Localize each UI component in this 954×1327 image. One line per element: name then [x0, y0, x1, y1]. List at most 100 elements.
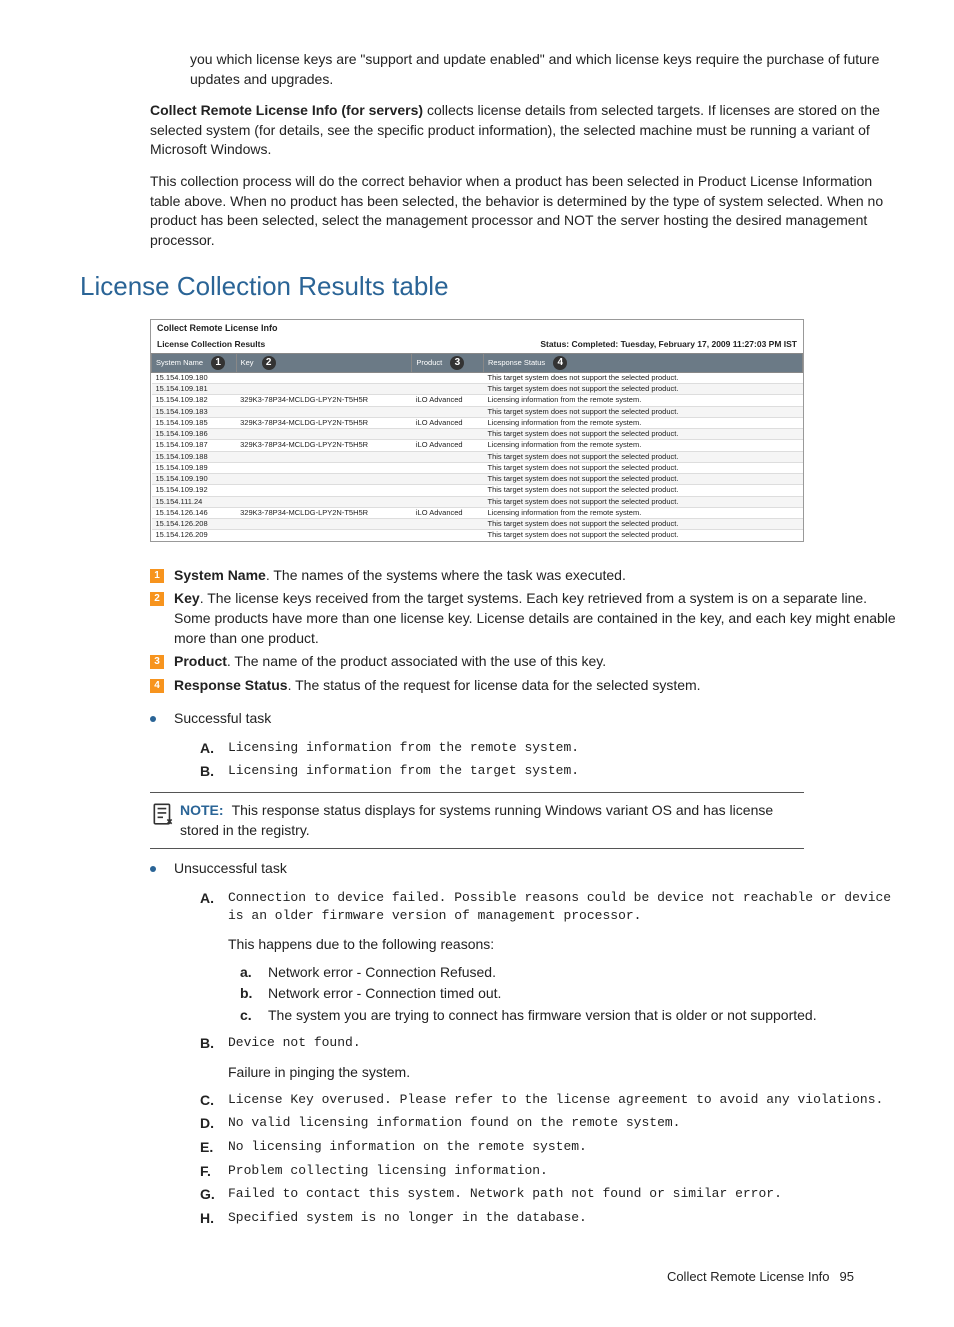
col-response-status[interactable]: Response Status 4: [484, 353, 803, 372]
table-cell: [236, 462, 412, 473]
legend-num-icon: 3: [150, 655, 164, 669]
table-cell: 15.154.109.188: [152, 451, 237, 462]
intro-p2-bold: Collect Remote License Info (for servers…: [150, 102, 423, 118]
bullet-icon: [150, 716, 156, 722]
note-box: NOTE:This response status displays for s…: [150, 792, 804, 849]
success-b: Licensing information from the target sy…: [228, 762, 579, 782]
table-cell: [412, 485, 484, 496]
success-label: Successful task: [174, 709, 271, 729]
table-cell: This target system does not support the …: [484, 462, 803, 473]
table-cell: [412, 406, 484, 417]
table-cell: [412, 429, 484, 440]
table-row: 15.154.109.192This target system does no…: [152, 485, 803, 496]
table-cell: 329K3-78P34-MCLDG-LPY2N-T5H5R: [236, 507, 412, 518]
fail-label: Unsuccessful task: [174, 859, 287, 879]
legend-text: Product. The name of the product associa…: [174, 652, 904, 672]
table-cell: 15.154.111.24: [152, 496, 237, 507]
table-cell: [236, 519, 412, 530]
legend-bold: Key: [174, 590, 200, 606]
table-row: 15.154.111.24 This target system does not…: [152, 496, 803, 507]
table-cell: 15.154.109.182: [152, 395, 237, 406]
fail-h: Specified system is no longer in the dat…: [228, 1209, 587, 1229]
legend-num-icon: 2: [150, 592, 164, 606]
table-cell: This target system does not support the …: [484, 372, 803, 383]
section-heading: License Collection Results table: [80, 268, 904, 304]
legend-item: 4 Response Status. The status of the req…: [150, 676, 904, 696]
table-row: 15.154.109.186This target system does no…: [152, 429, 803, 440]
table-cell: [236, 406, 412, 417]
table-cell: This target system does not support the …: [484, 429, 803, 440]
callout-4-icon: 4: [553, 356, 567, 370]
table-cell: 15.154.109.192: [152, 485, 237, 496]
table-cell: 329K3-78P34-MCLDG-LPY2N-T5H5R: [236, 417, 412, 428]
fail-sublist-cont: B.Device not found.: [200, 1034, 904, 1054]
table-row: 15.154.109.189This target system does no…: [152, 462, 803, 473]
table-row: 15.154.109.190This target system does no…: [152, 474, 803, 485]
table-cell: iLO Advanced: [412, 417, 484, 428]
table-cell: This target system does not support the …: [484, 406, 803, 417]
fail-ab: Network error - Connection timed out.: [268, 984, 501, 1004]
legend-desc: . The names of the systems where the tas…: [266, 567, 626, 583]
fail-f: Problem collecting licensing information…: [228, 1162, 548, 1182]
table-cell: 15.154.126.209: [152, 530, 237, 541]
note-label: NOTE:: [180, 802, 224, 818]
success-sublist: A.Licensing information from the remote …: [200, 739, 904, 782]
table-cell: This target system does not support the …: [484, 451, 803, 462]
table-cell: [236, 530, 412, 541]
fail-sublist-rest: C.License Key overused. Please refer to …: [200, 1091, 904, 1229]
table-row: 15.154.109.187329K3-78P34-MCLDG-LPY2N-T5…: [152, 440, 803, 451]
table-cell: 15.154.109.187: [152, 440, 237, 451]
table-cell: 329K3-78P34-MCLDG-LPY2N-T5H5R: [236, 440, 412, 451]
table-cell: Licensing information from the remote sy…: [484, 395, 803, 406]
table-cell: This target system does not support the …: [484, 384, 803, 395]
table-cell: iLO Advanced: [412, 507, 484, 518]
list-letter: H.: [200, 1209, 228, 1229]
legend-bold: Product: [174, 653, 227, 669]
fail-c: License Key overused. Please refer to th…: [228, 1091, 883, 1111]
table-cell: [236, 429, 412, 440]
list-letter: A.: [200, 889, 228, 925]
table-cell: 15.154.126.146: [152, 507, 237, 518]
legend-item: 1 System Name. The names of the systems …: [150, 566, 904, 586]
intro-p1: you which license keys are "support and …: [190, 50, 904, 89]
table-cell: This target system does not support the …: [484, 496, 803, 507]
fail-aa: Network error - Connection Refused.: [268, 963, 496, 983]
legend: 1 System Name. The names of the systems …: [150, 566, 904, 696]
results-table: System Name 1 Key 2 Product 3 Response S…: [151, 353, 803, 541]
col-system-name[interactable]: System Name 1: [152, 353, 237, 372]
legend-item: 3 Product. The name of the product assoc…: [150, 652, 904, 672]
th-text: System Name: [156, 358, 203, 367]
table-cell: [236, 474, 412, 485]
table-cell: [236, 485, 412, 496]
callout-2-icon: 2: [262, 356, 276, 370]
fail-d: No valid licensing information found on …: [228, 1114, 680, 1134]
col-product[interactable]: Product 3: [412, 353, 484, 372]
table-cell: This target system does not support the …: [484, 474, 803, 485]
page-footer: Collect Remote License Info 95: [50, 1268, 854, 1286]
fail-b: Device not found.: [228, 1034, 361, 1054]
legend-desc: . The status of the request for license …: [288, 677, 701, 693]
table-cell: 15.154.126.208: [152, 519, 237, 530]
list-letter: B.: [200, 762, 228, 782]
fail-a-reasons: a.Network error - Connection Refused. b.…: [240, 963, 904, 1026]
table-cell: iLO Advanced: [412, 395, 484, 406]
table-cell: [412, 462, 484, 473]
table-cell: Licensing information from the remote sy…: [484, 417, 803, 428]
col-key[interactable]: Key 2: [236, 353, 412, 372]
legend-text: Key. The license keys received from the …: [174, 589, 904, 648]
table-cell: [236, 496, 412, 507]
table-cell: Licensing information from the remote sy…: [484, 440, 803, 451]
list-letter: B.: [200, 1034, 228, 1054]
th-text: Product: [416, 358, 442, 367]
table-cell: [412, 451, 484, 462]
callout-1-icon: 1: [211, 356, 225, 370]
table-row: 15.154.126.208This target system does no…: [152, 519, 803, 530]
note-text: NOTE:This response status displays for s…: [180, 801, 804, 840]
legend-desc: . The license keys received from the tar…: [174, 590, 896, 645]
intro-p2: Collect Remote License Info (for servers…: [150, 101, 904, 160]
ss-status: Status: Completed: Tuesday, February 17,…: [540, 340, 797, 349]
list-letter: c.: [240, 1006, 268, 1026]
legend-bold: System Name: [174, 567, 266, 583]
fail-bullet: Unsuccessful task: [150, 859, 904, 879]
table-cell: [236, 372, 412, 383]
